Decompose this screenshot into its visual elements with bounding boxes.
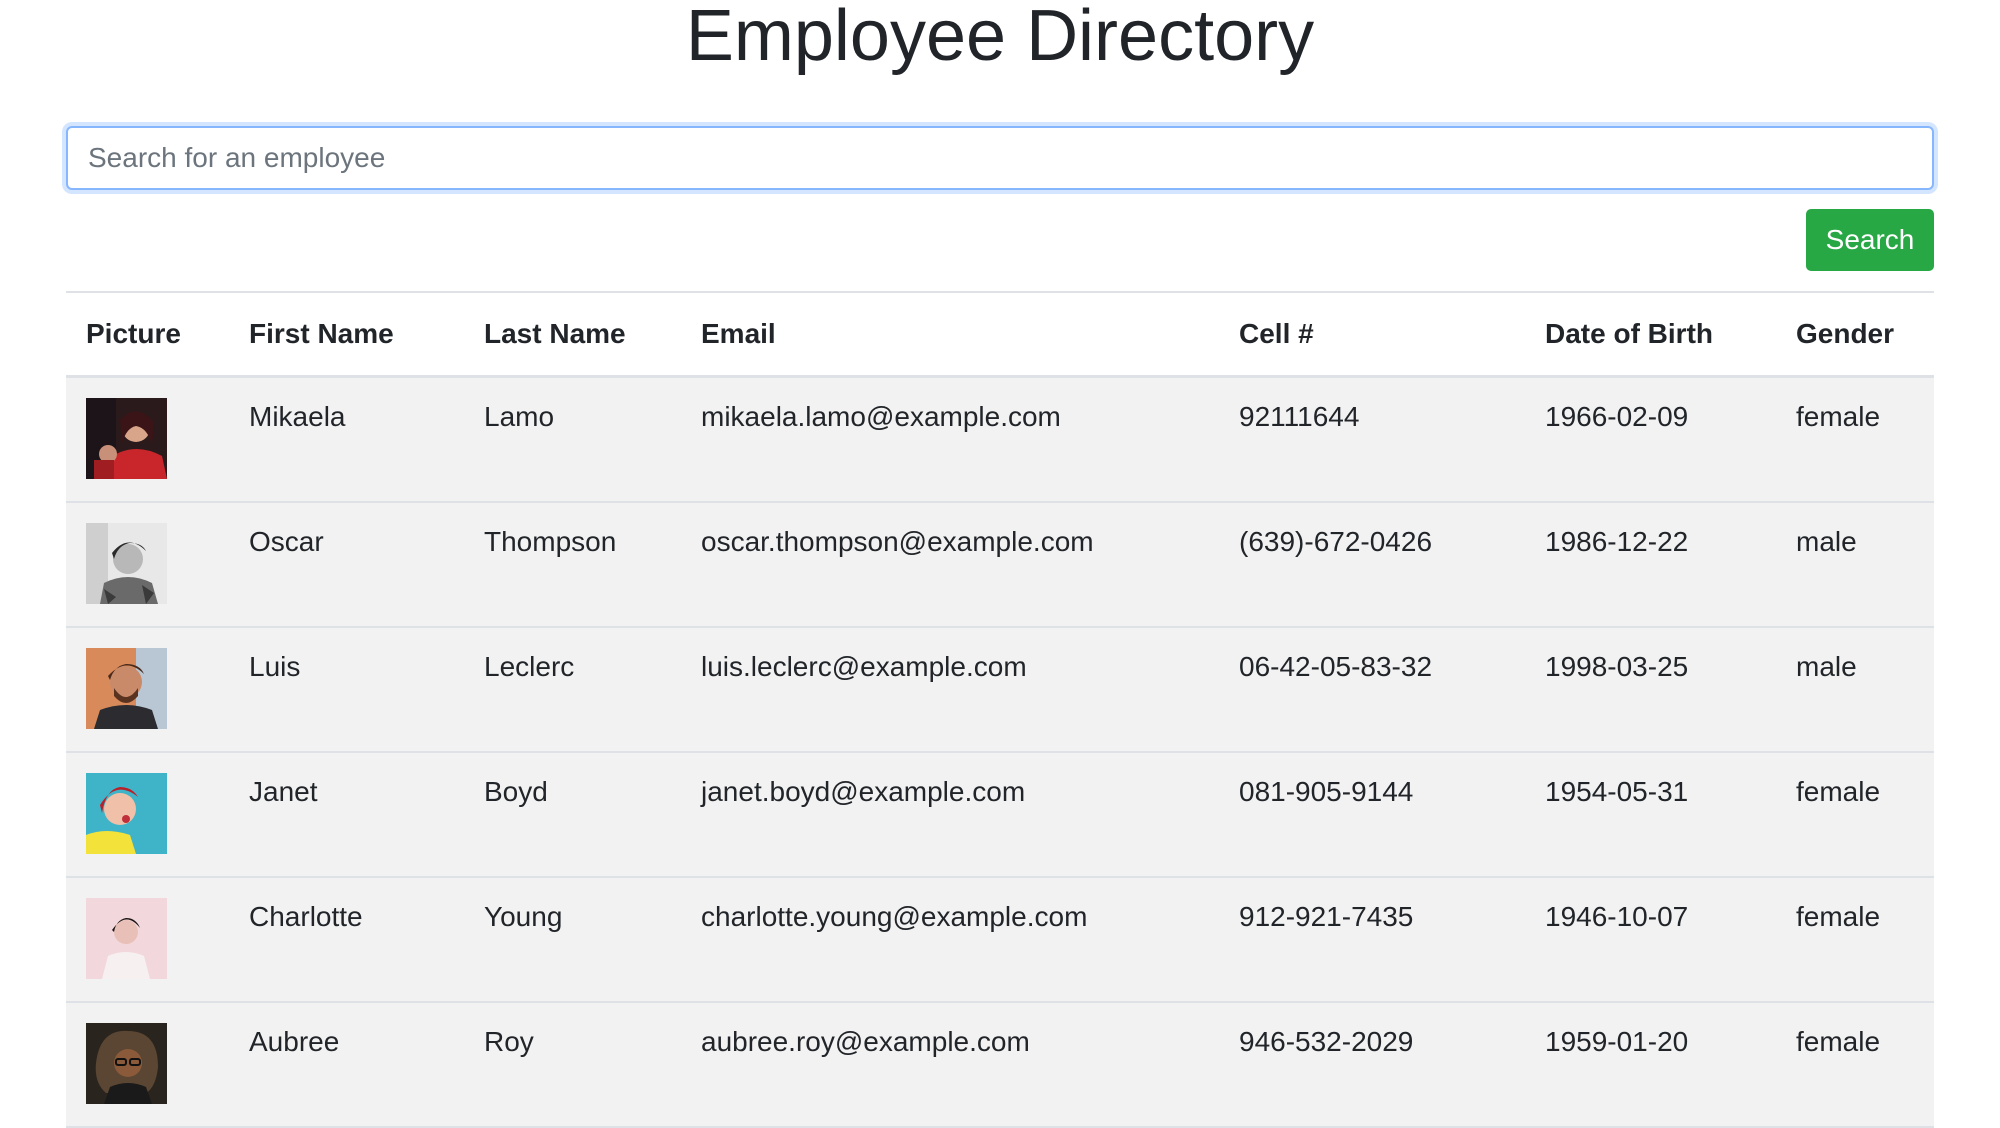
last-name-cell: Young <box>464 876 681 1003</box>
email-cell: mikaela.lamo@example.com <box>681 376 1219 503</box>
gender-cell: female <box>1776 376 1934 503</box>
table-row: Mikaela Lamo mikaela.lamo@example.com 92… <box>66 376 1934 503</box>
employee-photo-aubree <box>86 1022 167 1104</box>
employee-photo-janet <box>86 772 167 854</box>
last-name-cell: Boyd <box>464 751 681 878</box>
column-header-last-name[interactable]: Last Name <box>464 291 681 378</box>
picture-cell <box>66 376 229 503</box>
column-header-date-of-birth[interactable]: Date of Birth <box>1525 291 1776 378</box>
email-cell: aubree.roy@example.com <box>681 1001 1219 1128</box>
table-row: Aubree Roy aubree.roy@example.com 946-53… <box>66 1001 1934 1128</box>
employee-table-container: Picture First Name Last Name Email Cell … <box>66 291 1934 1128</box>
employee-photo-charlotte <box>86 897 167 979</box>
date-of-birth-cell: 1946-10-07 <box>1525 876 1776 1003</box>
cell-number-cell: 912-921-7435 <box>1219 876 1525 1003</box>
cell-number-cell: (639)-672-0426 <box>1219 501 1525 628</box>
date-of-birth-cell: 1986-12-22 <box>1525 501 1776 628</box>
email-cell: luis.leclerc@example.com <box>681 626 1219 753</box>
cell-number-cell: 06-42-05-83-32 <box>1219 626 1525 753</box>
table-row: Janet Boyd janet.boyd@example.com 081-90… <box>66 751 1934 878</box>
email-cell: charlotte.young@example.com <box>681 876 1219 1003</box>
employee-photo-mikaela <box>86 398 167 479</box>
search-button[interactable]: Search <box>1806 209 1934 271</box>
page-title: Employee Directory <box>685 0 1315 76</box>
table-row: Oscar Thompson oscar.thompson@example.co… <box>66 501 1934 628</box>
gender-cell: male <box>1776 501 1934 628</box>
gender-cell: female <box>1776 876 1934 1003</box>
gender-cell: male <box>1776 626 1934 753</box>
date-of-birth-cell: 1954-05-31 <box>1525 751 1776 878</box>
last-name-cell: Leclerc <box>464 626 681 753</box>
date-of-birth-cell: 1959-01-20 <box>1525 1001 1776 1128</box>
table-body: Mikaela Lamo mikaela.lamo@example.com 92… <box>66 376 1934 1128</box>
first-name-cell: Luis <box>229 626 464 753</box>
first-name-cell: Mikaela <box>229 376 464 503</box>
table-row: Charlotte Young charlotte.young@example.… <box>66 876 1934 1003</box>
picture-cell <box>66 876 229 1003</box>
table-header-row: Picture First Name Last Name Email Cell … <box>66 291 1934 378</box>
picture-cell <box>66 751 229 878</box>
picture-cell <box>66 626 229 753</box>
date-of-birth-cell: 1966-02-09 <box>1525 376 1776 503</box>
cell-number-cell: 92111644 <box>1219 376 1525 503</box>
employee-photo-luis <box>86 647 167 729</box>
picture-cell <box>66 1001 229 1128</box>
table-row: Luis Leclerc luis.leclerc@example.com 06… <box>66 626 1934 753</box>
date-of-birth-cell: 1998-03-25 <box>1525 626 1776 753</box>
last-name-cell: Thompson <box>464 501 681 628</box>
first-name-cell: Janet <box>229 751 464 878</box>
picture-cell <box>66 501 229 628</box>
first-name-cell: Oscar <box>229 501 464 628</box>
email-cell: janet.boyd@example.com <box>681 751 1219 878</box>
employee-table: Picture First Name Last Name Email Cell … <box>66 291 1934 1128</box>
gender-cell: female <box>1776 751 1934 878</box>
column-header-email[interactable]: Email <box>681 291 1219 378</box>
table-header: Picture First Name Last Name Email Cell … <box>66 291 1934 378</box>
gender-cell: female <box>1776 1001 1934 1128</box>
search-input[interactable] <box>66 126 1934 190</box>
email-cell: oscar.thompson@example.com <box>681 501 1219 628</box>
last-name-cell: Lamo <box>464 376 681 503</box>
column-header-first-name[interactable]: First Name <box>229 291 464 378</box>
cell-number-cell: 081-905-9144 <box>1219 751 1525 878</box>
last-name-cell: Roy <box>464 1001 681 1128</box>
cell-number-cell: 946-532-2029 <box>1219 1001 1525 1128</box>
column-header-cell[interactable]: Cell # <box>1219 291 1525 378</box>
employee-photo-oscar <box>86 522 167 604</box>
column-header-gender[interactable]: Gender <box>1776 291 1934 378</box>
first-name-cell: Aubree <box>229 1001 464 1128</box>
first-name-cell: Charlotte <box>229 876 464 1003</box>
column-header-picture[interactable]: Picture <box>66 291 229 378</box>
